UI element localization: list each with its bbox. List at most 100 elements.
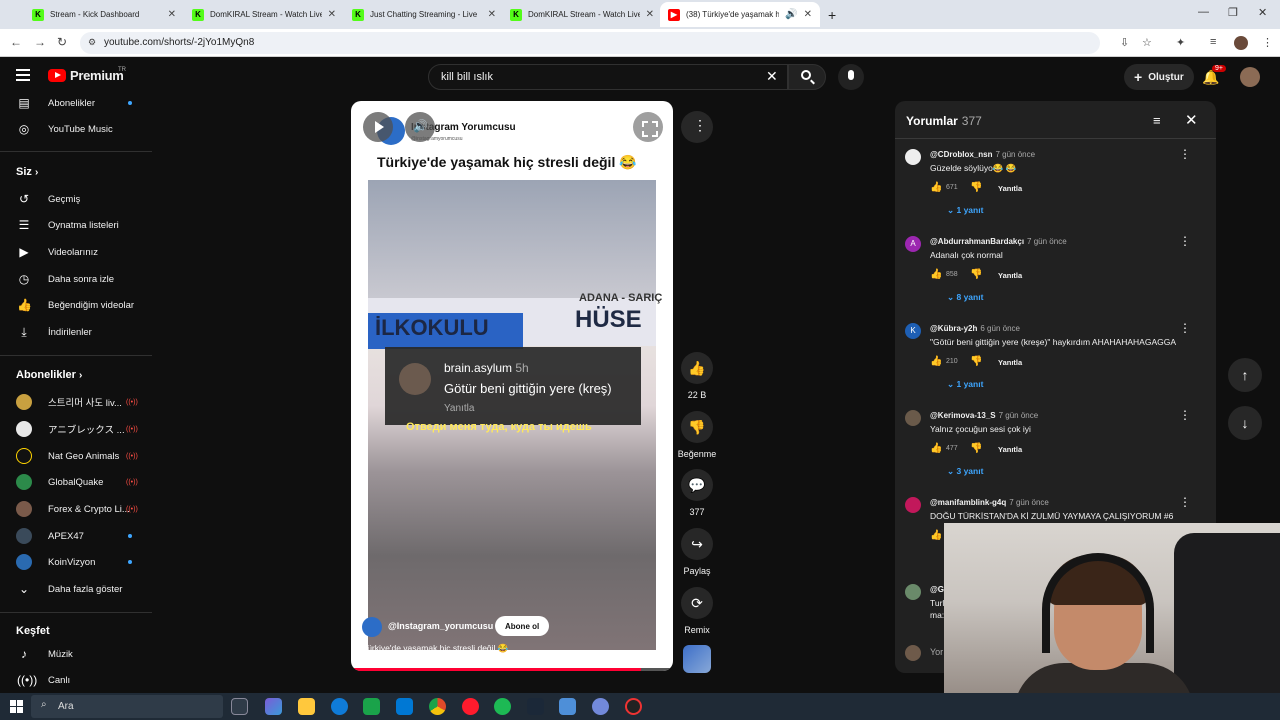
windows-start-icon[interactable] [10, 700, 23, 713]
reply-button[interactable]: Yanıtla [998, 184, 1022, 193]
file-explorer-icon[interactable] [298, 698, 315, 715]
forward-icon[interactable]: → [34, 35, 46, 49]
thumbs-down-icon[interactable]: 👎 [970, 356, 982, 367]
close-tab-icon[interactable]: ✕ [804, 9, 812, 20]
subscribe-button[interactable]: Abone ol [495, 616, 550, 636]
taskbar-search-input[interactable]: Ara [31, 695, 223, 718]
sidebar-channel[interactable]: KoinVizyon [0, 550, 152, 574]
subscriptions-section-heading[interactable]: Abonelikler › [16, 369, 82, 381]
reply-button[interactable]: Yanıtla [998, 358, 1022, 367]
sidebar-item-downloads[interactable]: ⤓ İndirilenler [0, 320, 152, 344]
sidebar-channel[interactable]: 스트리머 사도 liv... ((•)) [0, 390, 152, 414]
sidebar-item-liked-videos[interactable]: 👍 Beğendiğim videolar [0, 293, 152, 317]
store-icon[interactable] [363, 698, 380, 715]
you-section-heading[interactable]: Siz › [16, 166, 38, 178]
browser-menu-icon[interactable]: ⋮ [1262, 36, 1273, 49]
search-input[interactable]: kill bill ıslık [428, 64, 788, 90]
thumbs-up-icon[interactable]: 👍 [930, 182, 942, 193]
comment-more-icon[interactable]: ⋮ [1179, 408, 1191, 422]
browser-tab[interactable]: K Just Chatting Streaming - Live ✕ [344, 2, 504, 27]
play-button[interactable] [363, 112, 393, 142]
thumbs-up-icon[interactable]: 👍 [930, 269, 942, 280]
restore-icon[interactable]: ❐ [1228, 6, 1238, 19]
add-comment-input[interactable]: Yor [930, 647, 943, 657]
close-tab-icon[interactable]: ✕ [646, 9, 654, 20]
install-icon[interactable]: ⇩ [1120, 36, 1129, 49]
chrome-icon[interactable] [429, 698, 446, 715]
commenter-avatar[interactable]: K [905, 323, 921, 339]
remix-button[interactable]: ⟳ Remix [672, 587, 722, 635]
sidebar-channel[interactable]: アニブレックス ... ((•)) [0, 417, 152, 441]
bookmark-star-icon[interactable]: ☆ [1142, 36, 1152, 49]
url-field[interactable]: youtube.com/shorts/-2jYo1MyQn8 [80, 32, 1100, 54]
sidebar-item-your-videos[interactable]: ▶ Videolarınız [0, 240, 152, 264]
hamburger-menu-icon[interactable] [16, 69, 30, 81]
reply-button[interactable]: Yanıtla [998, 271, 1022, 280]
sort-icon[interactable]: ≡ [1153, 113, 1161, 128]
like-button[interactable]: 👍 22 B [672, 352, 722, 400]
browser-tab[interactable]: K DomKIRAL Stream - Watch Live ✕ [184, 2, 344, 27]
thumbs-up-icon[interactable]: 👍 [930, 443, 942, 454]
search-button[interactable] [788, 64, 826, 90]
comment-author[interactable]: @Kübra-y2h 6 gün önce [930, 324, 1020, 333]
commenter-avatar[interactable] [905, 584, 921, 600]
comment-author[interactable]: @manifamblink-g4q 7 gün önce [930, 498, 1049, 507]
channel-name[interactable]: @Instagram_yorumcusu [388, 621, 493, 631]
more-options-button[interactable] [681, 111, 713, 143]
sidebar-item-live[interactable]: ((•)) Canlı [0, 668, 152, 692]
minimize-icon[interactable]: — [1198, 6, 1209, 18]
media-icon[interactable]: ≡ [1210, 36, 1216, 48]
close-tab-icon[interactable]: ✕ [488, 9, 496, 20]
account-avatar[interactable] [1240, 67, 1260, 87]
sidebar-item-music[interactable]: ♪ Müzik [0, 642, 152, 666]
sound-thumbnail[interactable] [683, 645, 711, 673]
sidebar-item-history[interactable]: ↺ Geçmiş [0, 187, 152, 211]
fullscreen-button[interactable] [633, 112, 663, 142]
sidebar-item-youtube-music[interactable]: ◎ YouTube Music [0, 117, 152, 141]
back-icon[interactable]: ← [10, 35, 22, 49]
spotify-icon[interactable] [494, 698, 511, 715]
progress-bar[interactable] [351, 668, 673, 671]
thumbs-down-icon[interactable]: 👎 [970, 443, 982, 454]
voice-search-button[interactable] [838, 64, 864, 90]
commenter-avatar[interactable] [905, 497, 921, 513]
edge-icon[interactable] [331, 698, 348, 715]
sidebar-channel[interactable]: APEX47 [0, 524, 152, 548]
thumbs-down-icon[interactable]: 👎 [970, 182, 982, 193]
thumbs-up-icon[interactable]: 👍 [930, 356, 942, 367]
thumbs-down-icon[interactable]: 👎 [970, 269, 982, 280]
outlook-icon[interactable] [396, 698, 413, 715]
channel-avatar[interactable] [362, 617, 382, 637]
close-window-icon[interactable]: ✕ [1258, 6, 1267, 19]
view-replies-button[interactable]: ⌄ 3 yanıt [947, 466, 983, 477]
site-info-icon[interactable]: ⚙ [88, 37, 96, 48]
volume-button[interactable]: 🔊 [405, 112, 435, 142]
close-tab-icon[interactable]: ✕ [168, 9, 176, 20]
comments-button[interactable]: 💬 377 [672, 469, 722, 517]
comment-author[interactable]: @AbdurrahmanBardakçı 7 gün önce [930, 237, 1067, 246]
discord-icon[interactable] [592, 698, 609, 715]
browser-tab[interactable]: K DomKIRAL Stream - Watch Live ✕ [502, 2, 662, 27]
obs-icon[interactable] [625, 698, 642, 715]
opera-icon[interactable] [462, 698, 479, 715]
steam-icon[interactable] [527, 698, 544, 715]
close-tab-icon[interactable]: ✕ [328, 9, 336, 20]
shorts-player[interactable]: Instagram Yorumcusu @instagramyorumcusu … [351, 101, 673, 671]
app-icon[interactable] [559, 698, 576, 715]
thumbs-up-icon[interactable]: 👍 [930, 530, 942, 541]
sidebar-channel[interactable]: Nat Geo Animals ((•)) [0, 444, 152, 468]
new-tab-button[interactable]: + [820, 2, 840, 27]
sidebar-item-subscriptions[interactable]: ▤ Abonelikler [0, 91, 152, 115]
sidebar-channel[interactable]: Forex & Crypto Li... ((•)) [0, 497, 152, 521]
copilot-icon[interactable] [265, 698, 282, 715]
show-more-button[interactable]: ⌄ Daha fazla göster [0, 577, 152, 601]
previous-short-button[interactable]: ↑ [1228, 358, 1262, 392]
comment-more-icon[interactable]: ⋮ [1179, 495, 1191, 509]
view-replies-button[interactable]: ⌄ 1 yanıt [947, 379, 983, 390]
comment-author[interactable]: @G [930, 585, 944, 594]
comment-more-icon[interactable]: ⋮ [1179, 147, 1191, 161]
sidebar-item-watch-later[interactable]: ◷ Daha sonra izle [0, 267, 152, 291]
sidebar-channel[interactable]: GlobalQuake ((•)) [0, 470, 152, 494]
comment-author[interactable]: @CDroblox_nsn 7 gün önce [930, 150, 1035, 159]
reload-icon[interactable]: ↻ [57, 35, 67, 49]
